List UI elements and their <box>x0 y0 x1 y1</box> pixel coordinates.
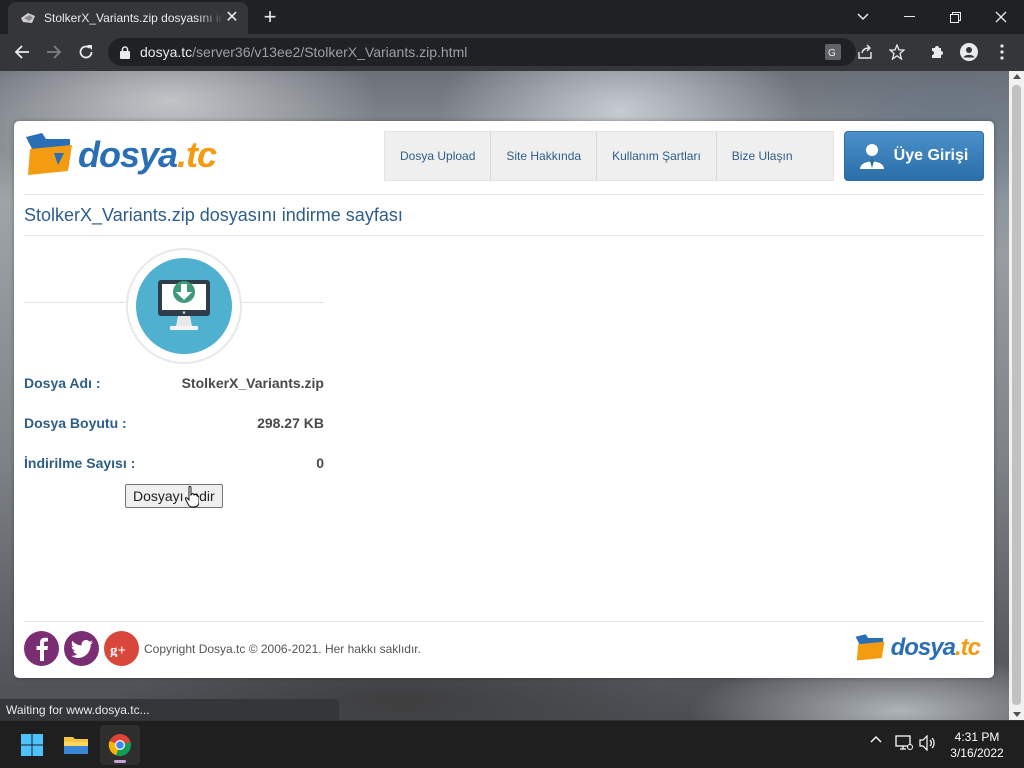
footer-logo[interactable]: dosya.tc <box>853 633 981 663</box>
tab-search-chevron-icon[interactable] <box>840 0 886 34</box>
chrome-taskbar-button[interactable] <box>100 725 140 765</box>
network-icon[interactable] <box>894 735 914 751</box>
profile-icon[interactable] <box>958 41 980 63</box>
page-scrollbar[interactable] <box>1009 71 1024 720</box>
start-button[interactable] <box>12 725 52 765</box>
page-card: dosya.tc Dosya Upload Site Hakkında Kull… <box>14 121 994 678</box>
user-icon <box>859 143 884 169</box>
hand-cursor-icon <box>185 486 199 508</box>
browser-tab-strip: StolkerX_Variants.zip dosyasını indirme … <box>0 0 1024 34</box>
scroll-down-arrow-icon[interactable] <box>1013 712 1021 717</box>
download-file-button[interactable]: Dosyayı İndir <box>125 484 223 508</box>
lock-icon[interactable] <box>120 45 130 59</box>
translate-icon[interactable]: G <box>824 43 842 61</box>
download-count-value: 0 <box>316 455 324 471</box>
tray-overflow-chevron-icon[interactable] <box>866 735 886 743</box>
member-login-button[interactable]: Üye Girişi <box>844 131 984 181</box>
browser-tab-active[interactable]: StolkerX_Variants.zip dosyasını indirme … <box>8 2 248 34</box>
google-plus-icon[interactable]: g+ <box>104 631 139 666</box>
svg-text:G: G <box>828 48 836 59</box>
nav-site-hakkinda[interactable]: Site Hakkında <box>491 132 598 180</box>
file-size-value: 298.27 KB <box>257 415 324 431</box>
url-path: /server36/v13ee2/StolkerX_Variants.zip.h… <box>192 44 468 60</box>
folder-logo-icon <box>26 133 72 175</box>
chrome-icon <box>108 734 131 757</box>
logo-text-tld: .tc <box>177 134 217 175</box>
divider <box>24 621 984 622</box>
twitter-icon[interactable] <box>64 631 99 666</box>
url-host: dosya.tc <box>140 44 193 60</box>
download-count-label: İndirilme Sayısı : <box>24 455 136 471</box>
extensions-icon[interactable] <box>926 41 948 63</box>
computer-download-icon <box>158 280 210 330</box>
restore-button[interactable] <box>932 0 978 34</box>
browser-toolbar: dosya.tc/server36/v13ee2/StolkerX_Varian… <box>0 34 1024 71</box>
file-size-label: Dosya Boyutu : <box>24 415 127 431</box>
file-size-row: Dosya Boyutu : 298.27 KB <box>24 415 324 431</box>
download-badge <box>126 248 242 364</box>
clock-date: 3/16/2022 <box>950 746 1004 760</box>
new-tab-button[interactable]: + <box>258 6 282 30</box>
svg-text:g+: g+ <box>110 643 126 657</box>
site-logo[interactable]: dosya.tc <box>24 131 217 179</box>
tab-title: StolkerX_Variants.zip dosyasını indirme … <box>44 11 224 25</box>
download-illustration <box>24 248 324 364</box>
url-text: dosya.tc/server36/v13ee2/StolkerX_Varian… <box>140 44 467 60</box>
volume-icon[interactable] <box>918 735 938 751</box>
back-button[interactable] <box>8 38 36 66</box>
file-name-label: Dosya Adı : <box>24 375 101 391</box>
folder-logo-icon <box>855 634 884 661</box>
tab-close-icon[interactable]: ✕ <box>224 10 240 26</box>
scrollbar-thumb[interactable] <box>1012 85 1021 705</box>
file-name-value: StolkerX_Variants.zip <box>181 375 324 391</box>
close-window-button[interactable] <box>978 0 1024 34</box>
divider <box>24 194 984 195</box>
divider <box>24 235 984 236</box>
site-favicon-icon <box>20 10 36 26</box>
page-viewport: dosya.tc Dosya Upload Site Hakkında Kull… <box>0 71 1009 720</box>
top-navigation: Dosya Upload Site Hakkında Kullanım Şart… <box>384 131 834 181</box>
footer-logo-text-main: dosya <box>890 634 956 661</box>
windows-taskbar: 4:31 PM 3/16/2022 <box>0 720 1024 768</box>
file-explorer-button[interactable] <box>56 725 96 765</box>
page-title: StolkerX_Variants.zip dosyasını indirme … <box>24 205 403 225</box>
nav-kullanim-sartlari[interactable]: Kullanım Şartları <box>597 132 717 180</box>
forward-button[interactable] <box>40 38 68 66</box>
nav-bize-ulasin[interactable]: Bize Ulaşın <box>717 132 833 180</box>
scroll-up-arrow-icon[interactable] <box>1013 74 1021 79</box>
taskbar-clock[interactable]: 4:31 PM 3/16/2022 <box>944 729 1010 761</box>
folder-icon <box>64 737 88 754</box>
copyright-text: Copyright Dosya.tc © 2006-2021. Her hakk… <box>144 641 421 656</box>
clock-time: 4:31 PM <box>954 730 1000 744</box>
minimize-button[interactable] <box>886 0 932 34</box>
reload-button[interactable] <box>72 38 100 66</box>
facebook-icon[interactable] <box>24 631 59 666</box>
footer-social: g+ Copyright Dosya.tc © 2006-2021. Her h… <box>24 631 421 666</box>
logo-text-main: dosya <box>78 134 178 175</box>
member-login-label: Üye Girişi <box>893 147 969 164</box>
more-menu-icon[interactable] <box>991 41 1013 63</box>
share-icon[interactable] <box>856 43 874 61</box>
download-count-row: İndirilme Sayısı : 0 <box>24 455 324 471</box>
windows-logo-icon <box>21 734 43 756</box>
status-bubble: Waiting for www.dosya.tc... <box>0 699 339 720</box>
nav-dosya-upload[interactable]: Dosya Upload <box>385 132 492 180</box>
file-name-row: Dosya Adı : StolkerX_Variants.zip <box>24 375 324 391</box>
bookmark-star-icon[interactable] <box>888 43 906 61</box>
footer-logo-text-tld: .tc <box>954 634 981 661</box>
address-bar[interactable]: dosya.tc/server36/v13ee2/StolkerX_Varian… <box>108 38 905 66</box>
